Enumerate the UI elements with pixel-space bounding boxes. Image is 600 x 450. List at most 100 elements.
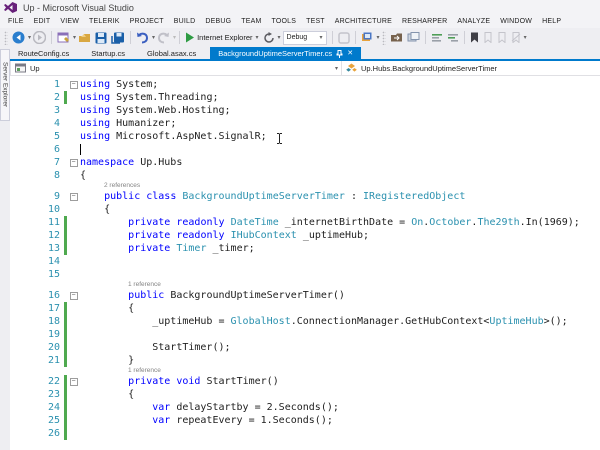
code-line-7: 7−namespace Up.Hubs bbox=[10, 156, 600, 169]
line-number: 13 bbox=[10, 242, 62, 255]
menu-item-telerik[interactable]: TELERIK bbox=[84, 18, 125, 25]
start-debug-button[interactable]: Internet Explorer ▾ bbox=[184, 30, 259, 46]
line-number: 1 bbox=[10, 78, 62, 91]
project-icon bbox=[15, 63, 26, 73]
find-in-files-button[interactable] bbox=[360, 30, 375, 46]
line-number: 2 bbox=[10, 91, 62, 104]
line-number: 8 bbox=[10, 169, 62, 182]
refresh-button[interactable] bbox=[262, 30, 276, 46]
project-dropdown-value: Up bbox=[30, 64, 40, 73]
line-number: 20 bbox=[10, 341, 62, 354]
codelens-row: 1 reference bbox=[10, 281, 600, 289]
menu-item-debug[interactable]: DEBUG bbox=[200, 18, 236, 25]
server-explorer-vertical-tab[interactable]: Server Explorer bbox=[0, 49, 10, 121]
type-member-dropdown[interactable]: Up.Hubs.BackgroundUptimeServerTimer bbox=[342, 61, 600, 75]
navigate-to-button[interactable] bbox=[389, 30, 404, 46]
navigate-forward-button[interactable] bbox=[32, 30, 47, 46]
code-editor[interactable]: 1−using System;2using System.Threading;3… bbox=[10, 77, 600, 450]
browser-select-dropdown[interactable]: ▾ bbox=[256, 34, 259, 41]
fold-collapse-icon[interactable]: − bbox=[70, 81, 78, 89]
code-text bbox=[80, 268, 600, 281]
find-dropdown[interactable]: ▾ bbox=[377, 34, 380, 41]
code-lines: 1−using System;2using System.Threading;3… bbox=[10, 77, 600, 440]
code-line-24: 24 var delayStartby = 2.Seconds(); bbox=[10, 401, 600, 414]
fold-collapse-icon[interactable]: − bbox=[70, 378, 78, 386]
toggle-bookmark-button[interactable] bbox=[469, 30, 480, 46]
comment-button[interactable] bbox=[430, 30, 444, 46]
class-icon bbox=[346, 63, 357, 73]
undo-dropdown[interactable]: ▾ bbox=[152, 34, 155, 41]
menu-item-help[interactable]: HELP bbox=[537, 18, 566, 25]
menu-item-test[interactable]: TEST bbox=[301, 18, 330, 25]
menu-item-tools[interactable]: TOOLS bbox=[266, 18, 301, 25]
code-line-14: 14 bbox=[10, 255, 600, 268]
title-bar: Up - Microsoft Visual Studio bbox=[0, 0, 600, 15]
code-line-19: 19 bbox=[10, 328, 600, 341]
code-text bbox=[80, 143, 600, 156]
menu-item-view[interactable]: VIEW bbox=[55, 18, 84, 25]
navigate-back-button[interactable] bbox=[11, 30, 26, 46]
fold-collapse-icon[interactable]: − bbox=[70, 193, 78, 201]
tab-pin-icon[interactable] bbox=[336, 50, 343, 58]
uncomment-button[interactable] bbox=[446, 30, 460, 46]
menu-item-architecture[interactable]: ARCHITECTURE bbox=[330, 18, 397, 25]
toolbar-drag-handle[interactable] bbox=[4, 31, 8, 45]
code-line-1: 1−using System; bbox=[10, 78, 600, 91]
next-bookmark-button[interactable] bbox=[496, 30, 508, 46]
code-text: using System.Web.Hosting; bbox=[80, 104, 600, 117]
redo-button[interactable] bbox=[156, 30, 171, 46]
code-text: var repeatEvery = 1.Seconds(); bbox=[80, 414, 600, 427]
save-button[interactable] bbox=[94, 30, 108, 46]
tab-routeconfig-cs[interactable]: RouteConfig.cs bbox=[10, 47, 77, 59]
refresh-dropdown[interactable]: ▾ bbox=[278, 34, 281, 41]
menu-item-window[interactable]: WINDOW bbox=[495, 18, 537, 25]
menu-item-resharper[interactable]: RESHARPER bbox=[397, 18, 452, 25]
tab-backgrounduptimeservertimer-cs[interactable]: BackgroundUptimeServerTimer.cs✕ bbox=[210, 47, 361, 59]
save-all-button[interactable] bbox=[110, 30, 126, 46]
add-item-button[interactable] bbox=[77, 30, 92, 46]
code-text: using Humanizer; bbox=[80, 117, 600, 130]
tab-label: Startup.cs bbox=[91, 49, 125, 58]
toolbar-overflow-dropdown[interactable]: ▾ bbox=[524, 34, 527, 41]
line-number: 17 bbox=[10, 302, 62, 315]
code-text: { bbox=[80, 203, 600, 216]
code-line-6: 6 bbox=[10, 143, 600, 156]
new-project-dropdown[interactable]: ▾ bbox=[73, 34, 76, 41]
menu-item-analyze[interactable]: ANALYZE bbox=[452, 18, 495, 25]
project-dropdown[interactable]: Up ▾ bbox=[11, 61, 341, 75]
codelens-references-link[interactable]: 1 reference bbox=[128, 367, 161, 375]
menu-item-project[interactable]: PROJECT bbox=[125, 18, 169, 25]
menu-item-file[interactable]: FILE bbox=[3, 18, 29, 25]
preview-changes-button[interactable] bbox=[337, 30, 351, 46]
line-number: 18 bbox=[10, 315, 62, 328]
navigate-back-dropdown[interactable]: ▾ bbox=[28, 34, 31, 41]
solution-configuration-select[interactable]: Debug ▾ bbox=[283, 31, 327, 45]
codelens-references-link[interactable]: 2 references bbox=[104, 182, 140, 190]
previous-bookmark-button[interactable] bbox=[482, 30, 494, 46]
window-layout-button[interactable] bbox=[406, 30, 421, 46]
menu-bar: FILEEDITVIEWTELERIKPROJECTBUILDDEBUGTEAM… bbox=[0, 15, 600, 28]
tab-startup-cs[interactable]: Startup.cs bbox=[83, 47, 133, 59]
project-dropdown-arrow: ▾ bbox=[335, 65, 338, 72]
toolbar-drag-handle-2[interactable] bbox=[382, 31, 386, 45]
code-line-18: 18 _uptimeHub = GlobalHost.ConnectionMan… bbox=[10, 315, 600, 328]
clear-bookmarks-button[interactable] bbox=[510, 30, 522, 46]
fold-collapse-icon[interactable]: − bbox=[70, 159, 78, 167]
text-caret bbox=[80, 144, 81, 155]
fold-collapse-icon[interactable]: − bbox=[70, 292, 78, 300]
code-text: _uptimeHub = GlobalHost.ConnectionManage… bbox=[80, 315, 600, 328]
menu-item-edit[interactable]: EDIT bbox=[29, 18, 56, 25]
menu-item-build[interactable]: BUILD bbox=[169, 18, 201, 25]
menu-item-team[interactable]: TEAM bbox=[236, 18, 266, 25]
code-text: var delayStartby = 2.Seconds(); bbox=[80, 401, 600, 414]
code-line-21: 21 } bbox=[10, 354, 600, 367]
undo-button[interactable] bbox=[135, 30, 150, 46]
codelens-references-link[interactable]: 1 reference bbox=[128, 281, 161, 289]
type-dropdown-value: Up.Hubs.BackgroundUptimeServerTimer bbox=[361, 64, 497, 73]
code-line-13: 13 private Timer _timer; bbox=[10, 242, 600, 255]
code-line-26: 26 bbox=[10, 427, 600, 440]
tab-close-icon[interactable]: ✕ bbox=[347, 50, 353, 57]
tab-global-asax-cs[interactable]: Global.asax.cs bbox=[139, 47, 204, 59]
new-project-button[interactable] bbox=[56, 30, 71, 46]
redo-dropdown[interactable]: ▾ bbox=[173, 34, 176, 41]
